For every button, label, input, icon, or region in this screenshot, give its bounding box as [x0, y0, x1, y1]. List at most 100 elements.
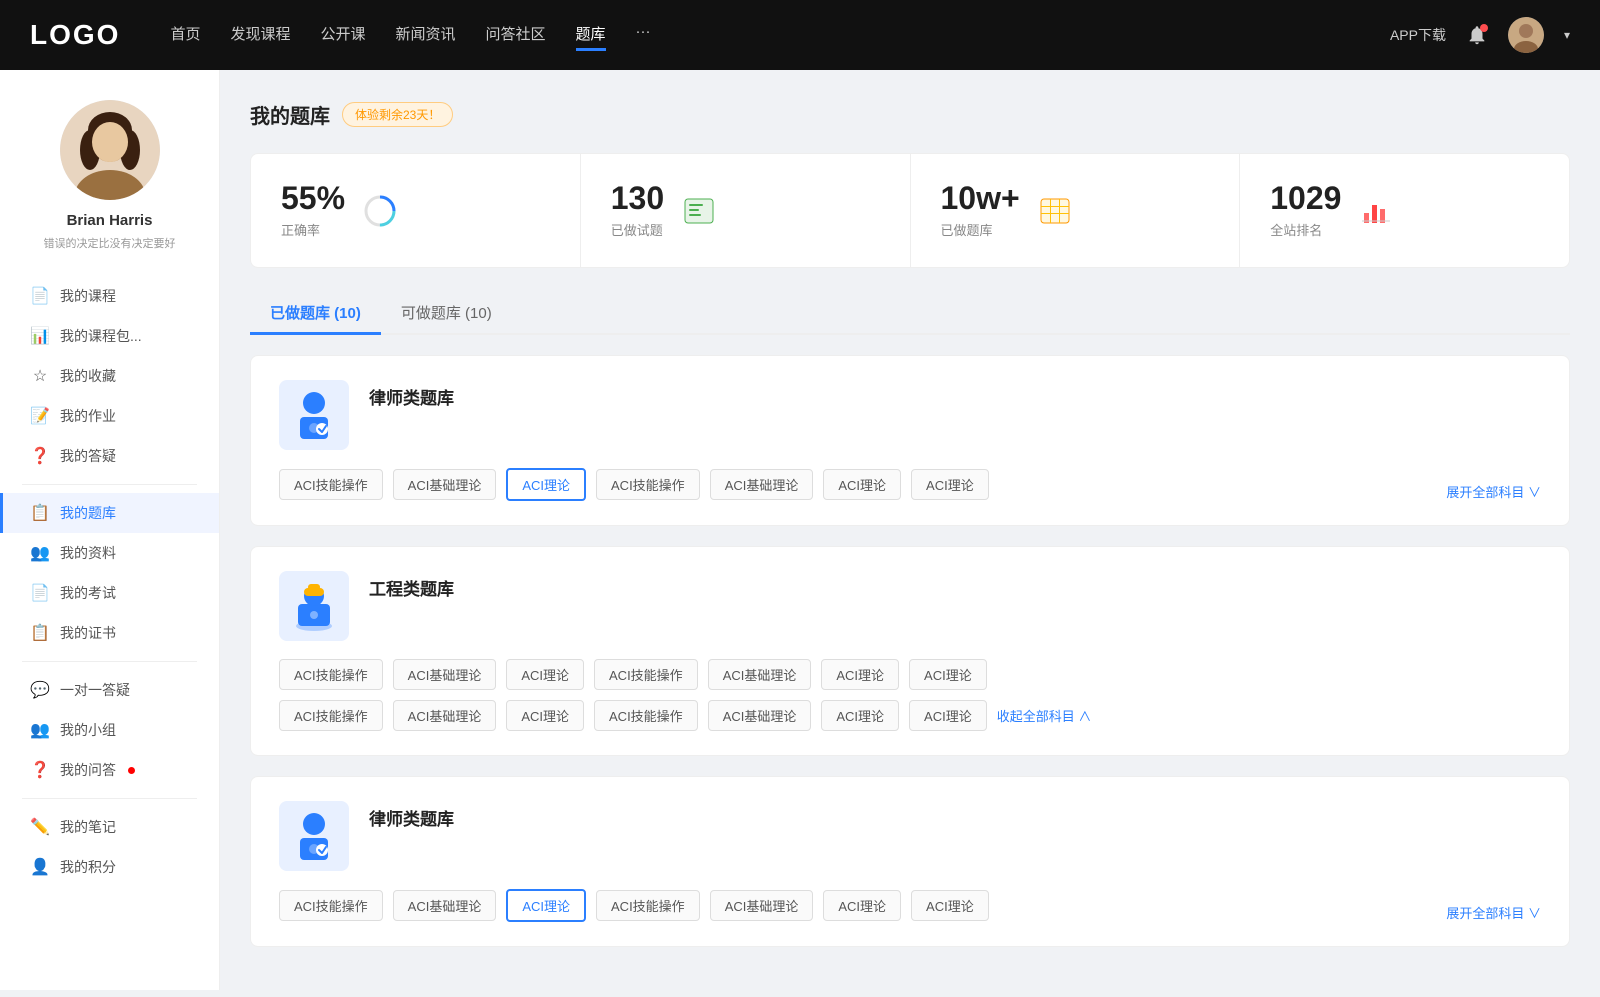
- sidebar-item-13[interactable]: 👤 我的积分: [0, 847, 219, 887]
- sidebar-item-6[interactable]: 👥我的资料: [0, 533, 219, 573]
- menu-label: 我的答疑: [60, 446, 116, 466]
- sidebar-item-9[interactable]: 💬一对一答疑: [0, 670, 219, 710]
- logo[interactable]: LOGO: [30, 19, 120, 51]
- sidebar-item-10[interactable]: 👥我的小组: [0, 710, 219, 750]
- navbar-menu-item[interactable]: 题库: [576, 19, 606, 51]
- sidebar-item-3[interactable]: 📝 我的作业: [0, 396, 219, 436]
- sidebar-item-5[interactable]: 📋我的题库: [0, 493, 219, 533]
- page-title-row: 我的题库 体验剩余23天！: [250, 100, 1570, 129]
- tag[interactable]: ACI基础理论: [710, 469, 814, 500]
- menu-icon: 📄: [30, 583, 50, 603]
- notification-bell[interactable]: [1466, 24, 1488, 46]
- engineer-icon: [279, 571, 349, 641]
- stat-label: 已做题库: [941, 220, 1020, 239]
- lawyer-icon: [279, 380, 349, 450]
- qbank-title: 工程类题库: [369, 571, 454, 600]
- qbank-card-2: 律师类题库ACI技能操作ACI基础理论ACI理论ACI技能操作ACI基础理论AC…: [250, 776, 1570, 947]
- sidebar-item-11[interactable]: ❓我的问答: [0, 750, 219, 790]
- qbank-card-1: 工程类题库ACI技能操作ACI基础理论ACI理论ACI技能操作ACI基础理论AC…: [250, 546, 1570, 756]
- navbar-menu-item[interactable]: 公开课: [320, 19, 365, 51]
- sidebar-item-4[interactable]: ❓我的答疑: [0, 436, 219, 476]
- tag[interactable]: ACI基础理论: [393, 890, 497, 921]
- sidebar-item-2[interactable]: ☆ 我的收藏: [0, 356, 219, 396]
- tab-1[interactable]: 可做题库 (10): [381, 292, 512, 333]
- menu-label: 我的证书: [60, 623, 116, 643]
- qbank-card-header: 工程类题库: [279, 571, 1541, 641]
- tag[interactable]: ACI理论: [506, 889, 586, 922]
- main-content: 我的题库 体验剩余23天！ 55%正确率130已做试题10w+已做题库1029全…: [220, 70, 1600, 997]
- navbar-menu-item[interactable]: ···: [636, 19, 651, 51]
- stat-label: 全站排名: [1270, 220, 1341, 239]
- tag[interactable]: ACI技能操作: [279, 659, 383, 690]
- user-dropdown-arrow[interactable]: ▾: [1564, 28, 1570, 42]
- tabs-row: 已做题库 (10)可做题库 (10): [250, 292, 1570, 335]
- qbank-card-0: 律师类题库ACI技能操作ACI基础理论ACI理论ACI技能操作ACI基础理论AC…: [250, 355, 1570, 526]
- tag[interactable]: ACI理论: [506, 468, 586, 501]
- tag[interactable]: ACI基础理论: [710, 890, 814, 921]
- tag[interactable]: ACI技能操作: [594, 700, 698, 731]
- tag[interactable]: ACI技能操作: [594, 659, 698, 690]
- tags-row-2: ACI技能操作 ACI基础理论 ACI理论 ACI技能操作 ACI基础理论 ACI理论 AC…: [279, 700, 1541, 731]
- app-download-button[interactable]: APP下载: [1390, 25, 1446, 45]
- expand-link[interactable]: 展开全部科目 ∨: [1446, 903, 1541, 922]
- tag[interactable]: ACI技能操作: [279, 890, 383, 921]
- menu-icon: ✏️: [30, 817, 50, 837]
- sidebar-item-8[interactable]: 📋我的证书: [0, 613, 219, 653]
- sidebar-divider: [22, 484, 197, 485]
- tab-0[interactable]: 已做题库 (10): [250, 292, 381, 333]
- tag[interactable]: ACI基础理论: [708, 700, 812, 731]
- tag[interactable]: ACI理论: [823, 890, 901, 921]
- stat-icon: [1036, 192, 1074, 230]
- menu-icon: 📄: [30, 286, 50, 306]
- tag[interactable]: ACI理论: [909, 700, 987, 731]
- menu-label: 我的笔记: [60, 817, 116, 837]
- navbar-menu-item[interactable]: 新闻资讯: [396, 19, 456, 51]
- expand-link[interactable]: 展开全部科目 ∨: [1446, 482, 1541, 501]
- menu-icon: 📊: [30, 326, 50, 346]
- tag[interactable]: ACI技能操作: [596, 469, 700, 500]
- stat-icon: [1357, 192, 1395, 230]
- navbar: LOGO 首页发现课程公开课新闻资讯问答社区题库 ··· APP下载 ▾: [0, 0, 1600, 70]
- tags-row: ACI技能操作 ACI基础理论 ACI理论 ACI技能操作 ACI基础理论 ACI理论 AC…: [279, 468, 1541, 501]
- page-wrapper: Brian Harris 错误的决定比没有决定要好 📄我的课程📊我的课程包...…: [0, 70, 1600, 997]
- menu-label: 我的作业: [60, 406, 116, 426]
- tag[interactable]: ACI基础理论: [708, 659, 812, 690]
- tag[interactable]: ACI基础理论: [393, 700, 497, 731]
- tag[interactable]: ACI基础理论: [393, 659, 497, 690]
- menu-label: 我的积分: [60, 857, 116, 877]
- tag[interactable]: ACI理论: [821, 700, 899, 731]
- navbar-menu-item[interactable]: 发现课程: [230, 19, 290, 51]
- qbank-card-header: 律师类题库: [279, 380, 1541, 450]
- stat-label: 已做试题: [611, 220, 664, 239]
- tag[interactable]: ACI理论: [911, 469, 989, 500]
- sidebar-item-0[interactable]: 📄我的课程: [0, 276, 219, 316]
- stats-row: 55%正确率130已做试题10w+已做题库1029全站排名: [250, 153, 1570, 268]
- tag[interactable]: ACI理论: [506, 659, 584, 690]
- stat-cell-2: 10w+已做题库: [911, 154, 1241, 267]
- collapse-link[interactable]: 收起全部科目 ∧: [997, 706, 1092, 725]
- stat-icon: [680, 192, 718, 230]
- tags-row: ACI技能操作 ACI基础理论 ACI理论 ACI技能操作 ACI基础理论 ACI理论 AC…: [279, 889, 1541, 922]
- menu-icon: ☆: [30, 366, 50, 386]
- menu-label: 我的收藏: [60, 366, 116, 386]
- tag[interactable]: ACI技能操作: [596, 890, 700, 921]
- menu-icon: 👤: [30, 857, 50, 877]
- navbar-menu-item[interactable]: 问答社区: [486, 19, 546, 51]
- tag[interactable]: ACI理论: [506, 700, 584, 731]
- stat-icon: [361, 192, 399, 230]
- tag[interactable]: ACI基础理论: [393, 469, 497, 500]
- navbar-menu-item[interactable]: 首页: [170, 19, 200, 51]
- sidebar-item-12[interactable]: ✏️ 我的笔记: [0, 807, 219, 847]
- tag[interactable]: ACI理论: [823, 469, 901, 500]
- tag[interactable]: ACI技能操作: [279, 700, 383, 731]
- sidebar-item-1[interactable]: 📊我的课程包...: [0, 316, 219, 356]
- tag[interactable]: ACI理论: [909, 659, 987, 690]
- tag[interactable]: ACI理论: [821, 659, 899, 690]
- user-avatar[interactable]: [1508, 17, 1544, 53]
- menu-icon: 📝: [30, 406, 50, 426]
- tag[interactable]: ACI技能操作: [279, 469, 383, 500]
- sidebar-menu: 📄我的课程📊我的课程包...☆我的收藏📝我的作业❓我的答疑📋我的题库👥我的资料📄…: [0, 276, 219, 887]
- sidebar-item-7[interactable]: 📄我的考试: [0, 573, 219, 613]
- tag[interactable]: ACI理论: [911, 890, 989, 921]
- page-title: 我的题库: [250, 100, 330, 129]
